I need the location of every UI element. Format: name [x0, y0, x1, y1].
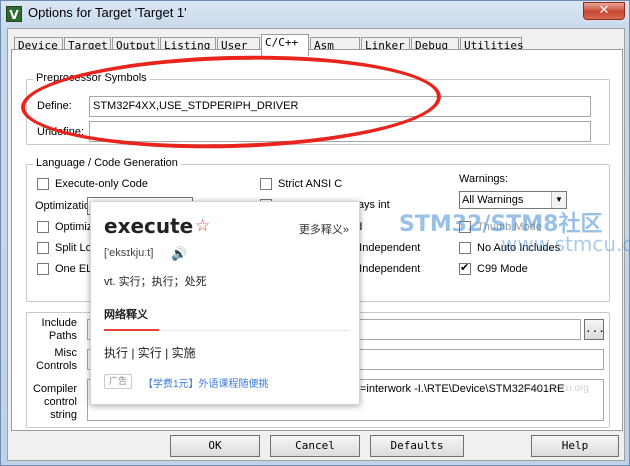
- execute-only-checkbox[interactable]: [37, 178, 49, 190]
- read-write-pi-label: n Independent: [350, 263, 421, 275]
- ok-button[interactable]: OK: [170, 435, 260, 457]
- speaker-icon[interactable]: 🔊: [171, 246, 187, 262]
- split-load-label: Split Lo: [55, 242, 92, 254]
- options-dialog: V Options for Target 'Target 1' ✕ Device…: [0, 0, 630, 466]
- window-title: Options for Target 'Target 1': [28, 5, 187, 20]
- language-group-label: Language / Code Generation: [33, 157, 181, 169]
- tab-underline: [104, 329, 159, 331]
- compiler-string-label: Compiler control string: [32, 383, 77, 421]
- star-icon[interactable]: ☆: [195, 216, 210, 236]
- web-definition-tab[interactable]: 网络释义: [104, 306, 148, 322]
- ad-link[interactable]: 【学费1元】外语课程随便挑: [143, 375, 269, 390]
- optimize-time-checkbox[interactable]: [37, 221, 49, 233]
- warnings-label: Warnings:: [459, 173, 509, 185]
- preprocessor-group: Preprocessor Symbols Define: STM32F4XX,U…: [26, 72, 610, 145]
- help-button[interactable]: Help: [531, 435, 619, 457]
- watermark-faint-url: www.stmcu.org: [521, 383, 589, 394]
- include-paths-label: Include Paths: [41, 317, 77, 342]
- execute-only-label: Execute-only Code: [55, 178, 148, 190]
- strict-ansi-checkbox[interactable]: [260, 178, 272, 190]
- popup-word: execute: [104, 214, 194, 238]
- defaults-button[interactable]: Defaults: [370, 435, 464, 457]
- watermark-url: www.stmcu.org: [501, 232, 630, 256]
- more-definitions-link[interactable]: 更多释义»: [299, 221, 349, 237]
- undefine-input[interactable]: [89, 121, 591, 142]
- warnings-value: All Warnings: [462, 194, 524, 206]
- c99-mode-label: C99 Mode: [477, 263, 528, 275]
- one-elf-label: One EL: [55, 263, 93, 275]
- split-load-checkbox[interactable]: [37, 242, 49, 254]
- title-bar: V Options for Target 'Target 1' ✕: [1, 1, 630, 27]
- undefine-label: Undefine:: [37, 126, 85, 138]
- c99-mode-checkbox[interactable]: [459, 261, 471, 275]
- define-input[interactable]: STM32F4XX,USE_STDPERIPH_DRIVER: [89, 96, 591, 117]
- tab-c-cpp[interactable]: C/C++: [261, 34, 309, 56]
- define-label: Define:: [37, 100, 72, 112]
- dictionary-popup: execute ☆ 更多释义» ['eksɪkjuːt] 🔊 vt. 实行；执行…: [90, 201, 360, 405]
- popup-meanings: 执行 | 实行 | 实施: [104, 346, 196, 360]
- browse-include-button[interactable]: ...: [584, 319, 605, 340]
- cancel-button[interactable]: Cancel: [270, 435, 360, 457]
- read-only-pi-label: n Independent: [350, 242, 421, 254]
- misc-controls-label: Misc Controls: [36, 347, 77, 372]
- close-button[interactable]: ✕: [583, 2, 625, 20]
- one-elf-checkbox[interactable]: [37, 263, 49, 275]
- ad-badge: 广告: [104, 374, 133, 389]
- no-auto-includes-checkbox[interactable]: [459, 242, 471, 254]
- popup-definition: vt. 实行；执行；处死: [104, 276, 207, 288]
- phonetic-text: ['eksɪkjuːt]: [104, 247, 154, 259]
- strict-ansi-label: Strict ANSI C: [278, 178, 343, 190]
- preprocessor-group-label: Preprocessor Symbols: [33, 72, 150, 84]
- uvision-icon: V: [6, 6, 22, 22]
